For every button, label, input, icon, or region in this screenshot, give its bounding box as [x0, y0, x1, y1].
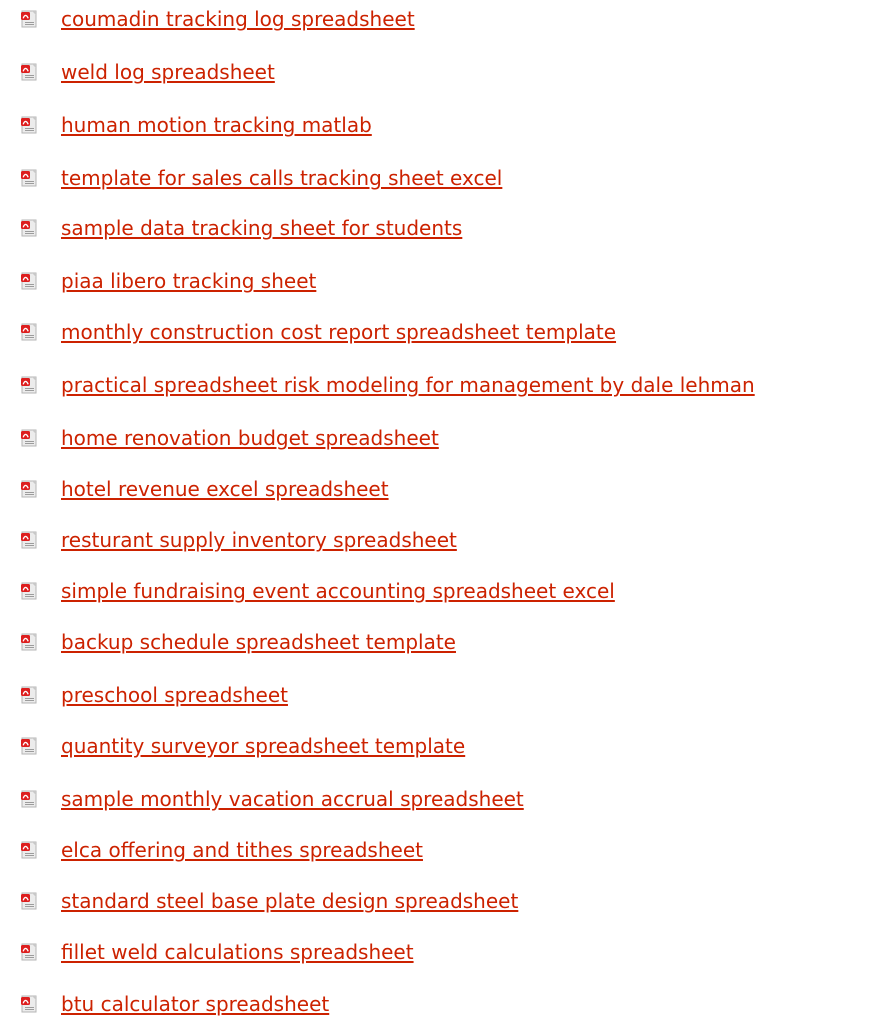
pdf-file-icon: [21, 943, 37, 961]
document-link[interactable]: btu calculator spreadsheet: [61, 992, 329, 1016]
list-item: human motion tracking matlab: [0, 110, 873, 140]
document-link[interactable]: monthly construction cost report spreads…: [61, 320, 616, 344]
pdf-file-icon: [21, 272, 37, 290]
document-link[interactable]: home renovation budget spreadsheet: [61, 426, 439, 450]
document-link[interactable]: preschool spreadsheet: [61, 683, 288, 707]
document-link[interactable]: hotel revenue excel spreadsheet: [61, 477, 389, 501]
document-link[interactable]: fillet weld calculations spreadsheet: [61, 940, 414, 964]
document-link[interactable]: resturant supply inventory spreadsheet: [61, 528, 457, 552]
list-item: fillet weld calculations spreadsheet: [0, 937, 873, 967]
document-link[interactable]: practical spreadsheet risk modeling for …: [61, 373, 755, 397]
list-item: sample data tracking sheet for students: [0, 213, 873, 243]
list-item: template for sales calls tracking sheet …: [0, 163, 873, 193]
pdf-file-icon: [21, 63, 37, 81]
document-link[interactable]: elca offering and tithes spreadsheet: [61, 838, 423, 862]
pdf-file-icon: [21, 10, 37, 28]
list-item: simple fundraising event accounting spre…: [0, 576, 873, 606]
document-link[interactable]: piaa libero tracking sheet: [61, 269, 316, 293]
list-item: piaa libero tracking sheet: [0, 266, 873, 296]
pdf-file-icon: [21, 892, 37, 910]
pdf-file-icon: [21, 582, 37, 600]
document-link[interactable]: coumadin tracking log spreadsheet: [61, 7, 415, 31]
document-link[interactable]: simple fundraising event accounting spre…: [61, 579, 615, 603]
list-item: preschool spreadsheet: [0, 680, 873, 710]
pdf-file-icon: [21, 686, 37, 704]
list-item: practical spreadsheet risk modeling for …: [0, 370, 873, 400]
list-item: sample monthly vacation accrual spreadsh…: [0, 784, 873, 814]
list-item: weld log spreadsheet: [0, 57, 873, 87]
pdf-file-icon: [21, 323, 37, 341]
document-link[interactable]: quantity surveyor spreadsheet template: [61, 734, 465, 758]
list-item: home renovation budget spreadsheet: [0, 423, 873, 453]
pdf-file-icon: [21, 219, 37, 237]
list-item: monthly construction cost report spreads…: [0, 317, 873, 347]
pdf-file-icon: [21, 429, 37, 447]
pdf-file-icon: [21, 790, 37, 808]
list-item: hotel revenue excel spreadsheet: [0, 474, 873, 504]
pdf-file-icon: [21, 841, 37, 859]
pdf-file-icon: [21, 376, 37, 394]
list-item: coumadin tracking log spreadsheet: [0, 4, 873, 34]
document-link[interactable]: weld log spreadsheet: [61, 60, 275, 84]
document-link[interactable]: backup schedule spreadsheet template: [61, 630, 456, 654]
list-item: resturant supply inventory spreadsheet: [0, 525, 873, 555]
document-link[interactable]: sample monthly vacation accrual spreadsh…: [61, 787, 524, 811]
document-link[interactable]: human motion tracking matlab: [61, 113, 372, 137]
pdf-file-icon: [21, 737, 37, 755]
pdf-file-icon: [21, 531, 37, 549]
list-item: btu calculator spreadsheet: [0, 989, 873, 1019]
list-item: standard steel base plate design spreads…: [0, 886, 873, 916]
pdf-file-icon: [21, 116, 37, 134]
document-link[interactable]: template for sales calls tracking sheet …: [61, 166, 502, 190]
pdf-file-icon: [21, 633, 37, 651]
list-item: backup schedule spreadsheet template: [0, 627, 873, 657]
document-link[interactable]: standard steel base plate design spreads…: [61, 889, 518, 913]
list-item: quantity surveyor spreadsheet template: [0, 731, 873, 761]
pdf-file-icon: [21, 995, 37, 1013]
list-item: elca offering and tithes spreadsheet: [0, 835, 873, 865]
pdf-file-icon: [21, 169, 37, 187]
pdf-file-icon: [21, 480, 37, 498]
document-link[interactable]: sample data tracking sheet for students: [61, 216, 462, 240]
